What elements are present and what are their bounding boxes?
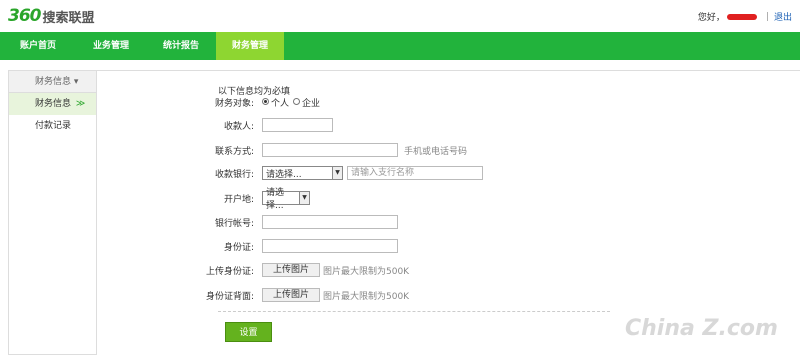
upload-id-button[interactable]: 上传图片 [262,263,320,277]
payee-label: 收款人: [223,121,254,132]
row-contact: 联系方式: 手机或电话号码 [180,143,467,157]
user-area: 您好， | 退出 [697,10,792,24]
region-label: 开户地: [223,194,254,205]
upload-back-button[interactable]: 上传图片 [262,288,320,302]
region-select-value: 请选择... [266,188,285,211]
radio-personal[interactable] [262,98,269,105]
nav-account-home[interactable]: 账户首页 [0,32,76,60]
logo[interactable]: 360 搜索联盟 [8,6,95,26]
watermark: China Z.com [625,316,778,341]
radio-company[interactable] [293,98,301,105]
bank-select-value: 请选择... [266,169,302,180]
row-payee: 收款人: [180,118,333,132]
upload-id-hint: 图片最大限制为500K [323,266,410,277]
contact-input[interactable] [262,143,398,157]
dropdown-arrow-icon: ▼ [332,167,342,179]
row-upload-id: 上传身份证: 上传图片 图片最大限制为500K [180,263,409,277]
id-input[interactable] [262,239,398,253]
form-divider [218,311,610,312]
region-select[interactable]: 请选择... ▼ [262,188,310,211]
upload-back-hint: 图片最大限制为500K [323,291,410,302]
row-account: 银行帐号: [180,215,398,229]
nav-business[interactable]: 业务管理 [76,32,146,60]
sidebar-item-label: 财务信息 [35,99,72,109]
upload-id-label: 上传身份证: [205,266,254,277]
radio-company-label: 企业 [302,99,321,109]
radio-personal-label: 个人 [271,99,290,109]
contact-hint: 手机或电话号码 [404,146,468,157]
row-region: 开户地: 请选择... ▼ [180,188,310,211]
user-name-redacted [726,13,757,20]
row-id: 身份证: [180,239,398,253]
upload-back-label: 身份证背面: [205,291,254,302]
type-radio-group: 个人 企业 [262,96,324,109]
contact-label: 联系方式: [214,146,254,157]
logout-link[interactable]: 退出 [774,10,792,23]
sidebar-item-payment-records[interactable]: 付款记录 [9,115,96,137]
logo-number: 360 [8,6,41,26]
bank-select[interactable]: 请选择... ▼ [262,166,343,180]
id-label: 身份证: [223,242,254,253]
separator: | [765,11,769,22]
greeting: 您好， [697,13,725,23]
row-upload-back: 身份证背面: 上传图片 图片最大限制为500K [180,288,409,302]
main-panel [97,70,800,355]
row-type: 财务对象: 个人 企业 [180,96,324,109]
payee-input[interactable] [262,118,333,132]
sidebar: 财务信息 ▾ 财务信息 ≫ 付款记录 [8,70,97,355]
sidebar-item-finance-info[interactable]: 财务信息 ≫ [9,93,96,115]
main-nav: 账户首页 业务管理 统计报告 财务管理 [0,32,800,60]
submit-button[interactable]: 设置 [225,322,272,342]
type-label: 财务对象: [214,99,254,109]
nav-reports[interactable]: 统计报告 [146,32,216,60]
double-chevron-right-icon: ≫ [75,99,86,109]
dropdown-arrow-icon: ▼ [299,192,309,204]
logo-text: 搜索联盟 [42,10,95,26]
bank-label: 收款银行: [214,169,254,180]
row-bank: 收款银行: 请选择... ▼ 请输入支行名称 [180,166,483,180]
account-label: 银行帐号: [214,218,254,229]
sidebar-header[interactable]: 财务信息 ▾ [9,71,96,93]
nav-finance[interactable]: 财务管理 [216,32,284,60]
account-input[interactable] [262,215,398,229]
branch-input[interactable]: 请输入支行名称 [347,166,483,180]
top-header: 360 搜索联盟 您好， | 退出 [0,0,800,32]
